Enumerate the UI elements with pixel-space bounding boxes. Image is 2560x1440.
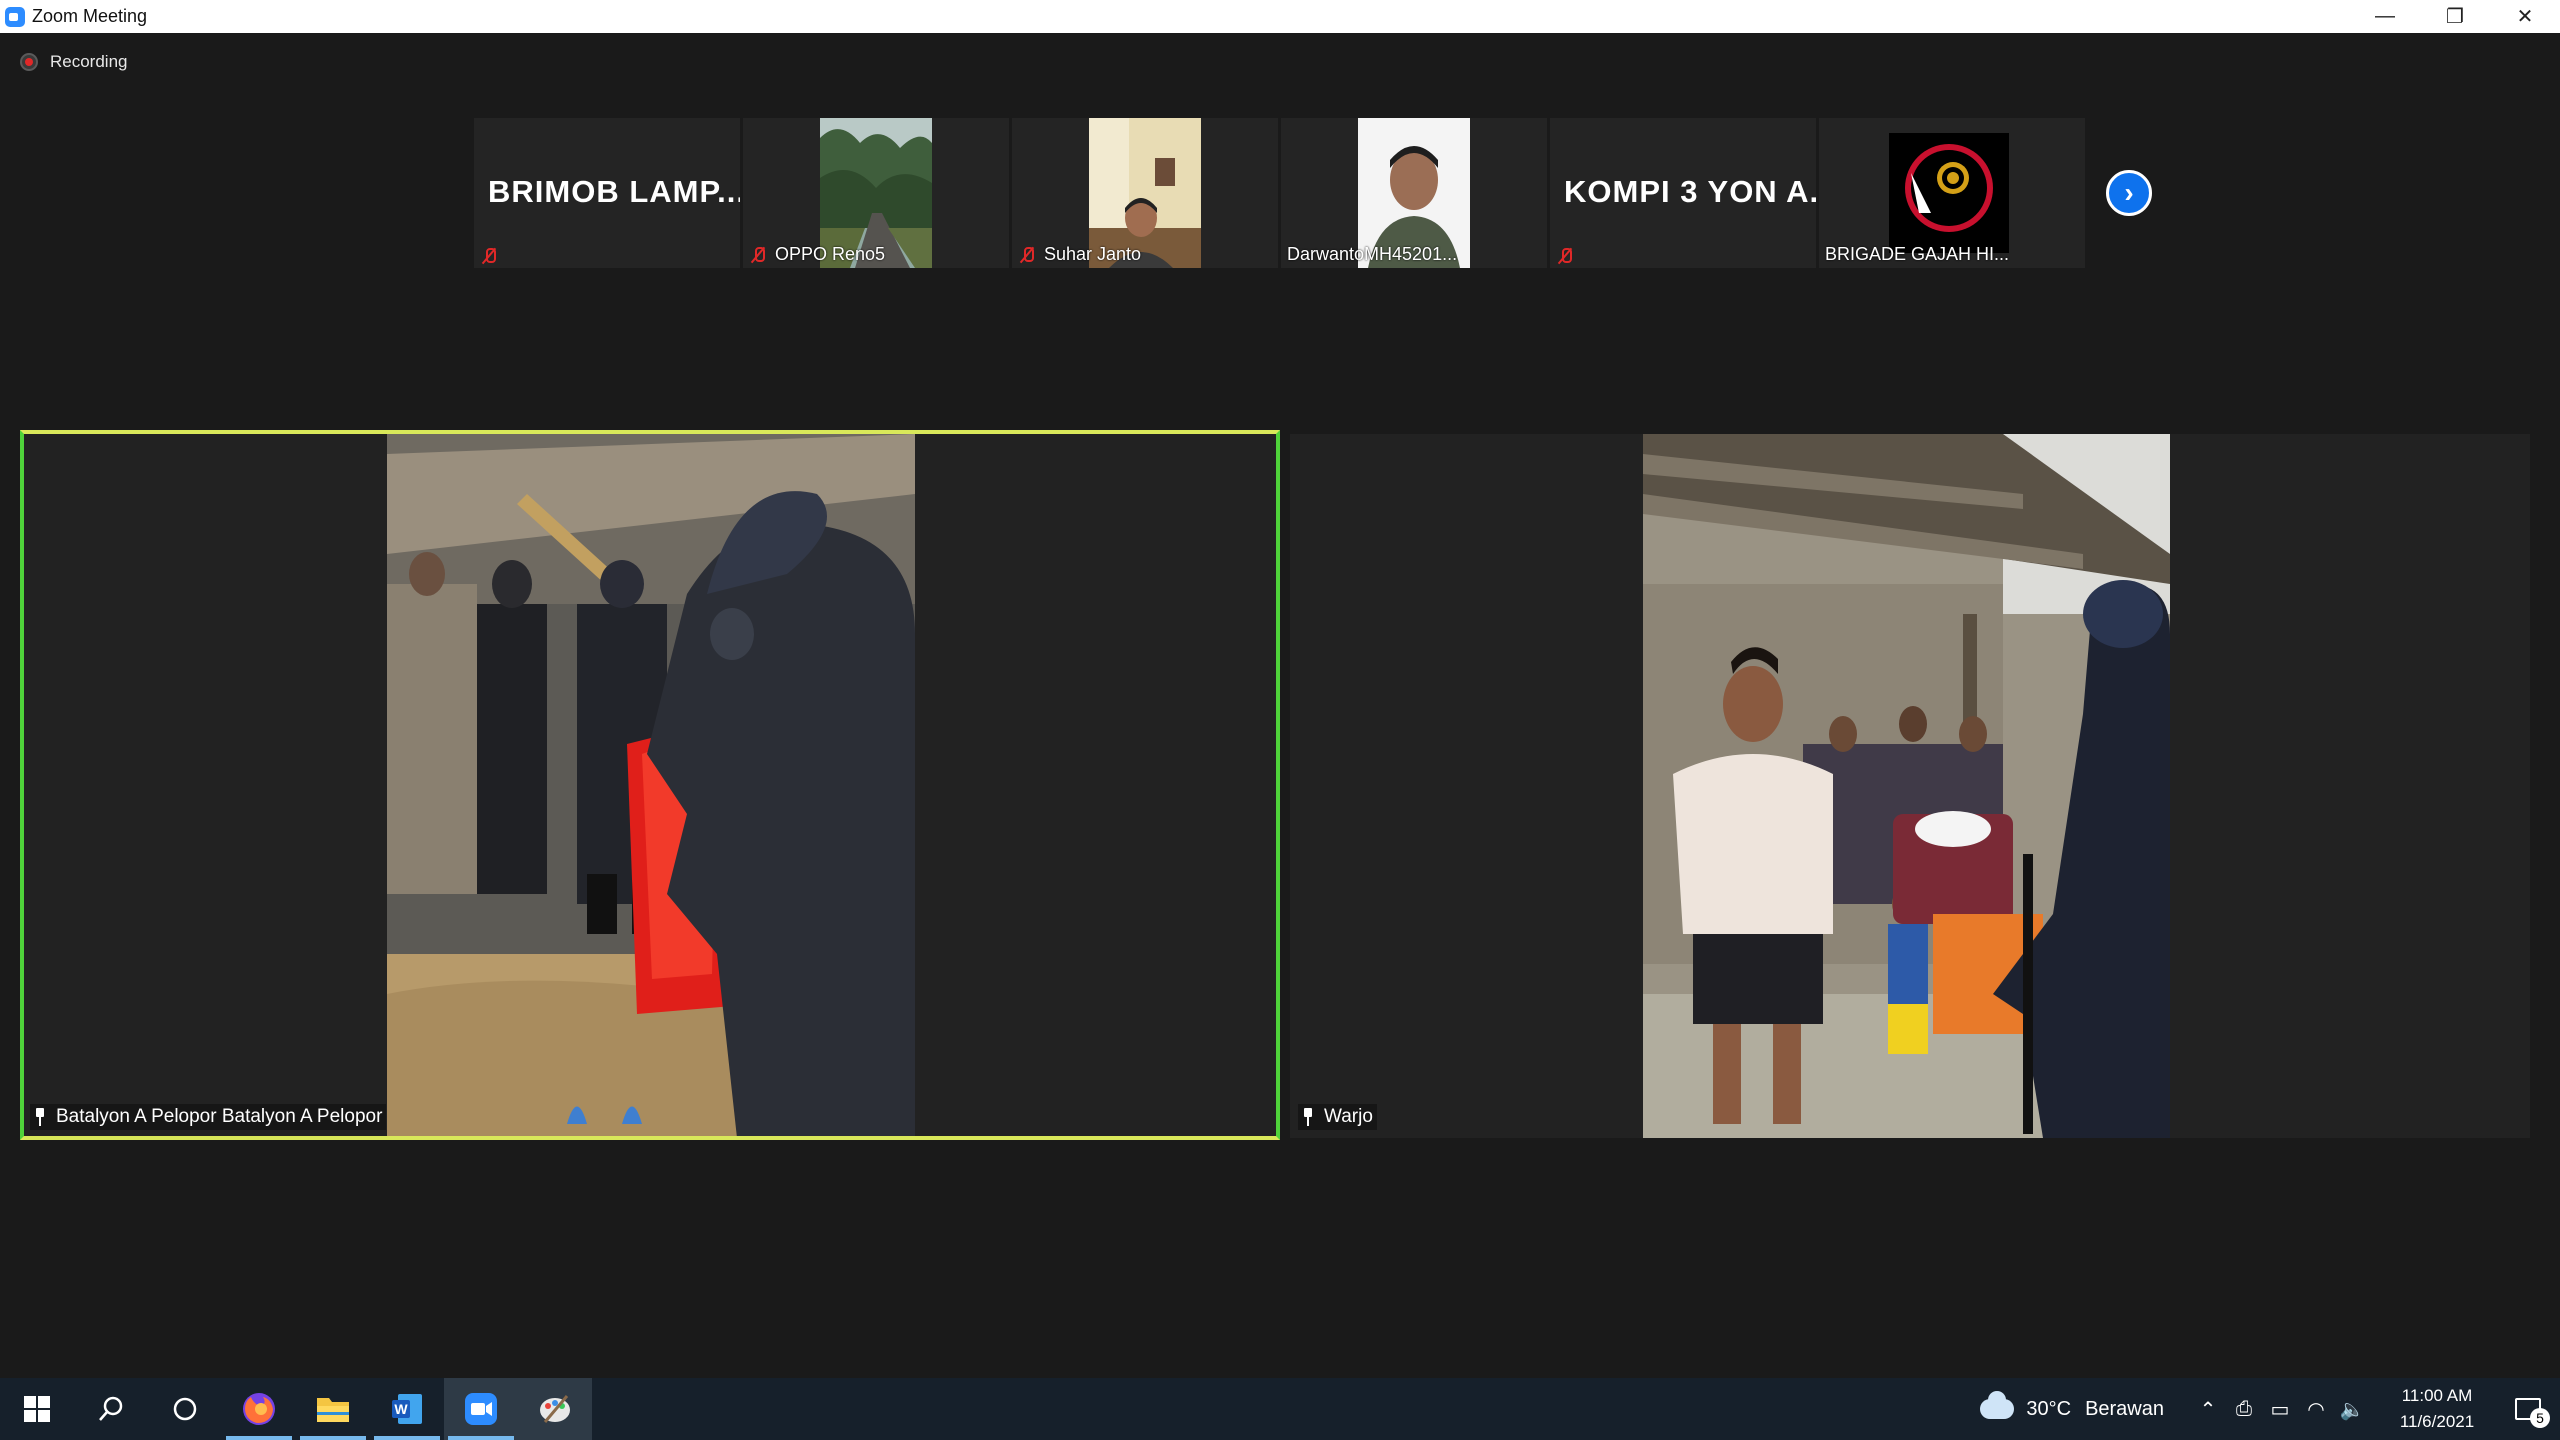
meet-now-icon[interactable]: ⎙: [2226, 1398, 2262, 1421]
recording-label: Recording: [50, 52, 128, 71]
mic-muted-icon: [751, 246, 765, 264]
active-speaker-border: [20, 430, 1280, 1140]
participant-video: [1643, 434, 2170, 1138]
word-icon: W: [392, 1394, 422, 1424]
participant-name-text: DarwantoMH45201...: [1287, 244, 1458, 264]
mic-muted-icon: [482, 247, 496, 265]
participant-name-text: BRIGADE GAJAH HI...: [1825, 244, 2010, 264]
recording-indicator[interactable]: Recording: [20, 52, 128, 72]
wifi-icon[interactable]: ◠: [2298, 1397, 2334, 1422]
participant-name-text: OPPO Reno5: [775, 244, 886, 264]
taskbar-app-zoom[interactable]: [444, 1378, 518, 1440]
participant-status: [480, 247, 506, 265]
participant-thumbnail[interactable]: Suhar Janto: [1012, 118, 1278, 268]
participant-name: BRIGADE GAJAH HI...: [1825, 244, 2009, 265]
participant-name-text: Suhar Janto: [1044, 244, 1142, 264]
participant-thumbnail[interactable]: OPPO Reno5: [743, 118, 1009, 268]
search-icon: [99, 1396, 123, 1421]
folder-icon: [317, 1398, 349, 1422]
pin-icon: [1302, 1108, 1314, 1126]
mic-muted-icon: [1020, 246, 1034, 264]
participant-name-placeholder: KOMPI 3 YON A...: [1564, 174, 1816, 209]
participant-thumbnail[interactable]: BRIMOB LAMP...: [474, 118, 740, 268]
participant-thumbnail[interactable]: KOMPI 3 YON A...: [1550, 118, 1816, 268]
participant-thumbnail[interactable]: DarwantoMH45201...: [1281, 118, 1547, 268]
taskbar-app-file-explorer[interactable]: [296, 1378, 370, 1440]
start-button[interactable]: [0, 1378, 74, 1440]
windows-logo-icon: [24, 1396, 50, 1422]
mic-muted-icon: [1558, 247, 1572, 265]
battery-icon[interactable]: ▭: [2262, 1397, 2298, 1422]
cortana-icon: [173, 1397, 197, 1421]
window-title: Zoom Meeting: [32, 6, 148, 26]
clock-time: 11:00 AM: [2401, 1386, 2473, 1405]
participant-name: OPPO Reno5: [749, 244, 885, 265]
participant-thumbnail-strip: BRIMOB LAMP... OPPO Reno5 Suhar Janto Da…: [474, 118, 2085, 268]
taskbar-app-word[interactable]: W: [370, 1378, 444, 1440]
participant-thumbnail[interactable]: BRIGADE GAJAH HI...: [1819, 118, 2085, 268]
system-tray: 30°C Berawan ⌃ ⎙ ▭ ◠ 🔈 11:00 AM 11/6/202…: [1980, 1378, 2560, 1440]
next-page-button[interactable]: ›: [2106, 170, 2152, 216]
window-controls: — ❐ ✕: [2350, 0, 2560, 33]
chevron-up-icon[interactable]: ⌃: [2190, 1397, 2226, 1422]
close-button[interactable]: ✕: [2490, 0, 2560, 33]
participant-name: DarwantoMH45201...: [1287, 244, 1457, 265]
weather-condition: Berawan: [2085, 1397, 2164, 1420]
title-bar: Zoom Meeting — ❐ ✕: [0, 0, 2560, 33]
participant-name: Warjo: [1298, 1104, 1377, 1130]
firefox-icon: [243, 1393, 275, 1425]
minimize-button[interactable]: —: [2350, 0, 2420, 33]
notification-count-badge: 5: [2530, 1408, 2550, 1428]
participant-status: [1556, 247, 1582, 265]
windows-taskbar: W 30°C Berawan ⌃ ⎙ ▭ ◠ 🔈 11:00 AM 11/6/2…: [0, 1378, 2560, 1440]
volume-icon[interactable]: 🔈: [2334, 1397, 2370, 1422]
video-tile[interactable]: Warjo: [1290, 434, 2530, 1138]
chevron-right-icon: ›: [2124, 177, 2134, 208]
clock[interactable]: 11:00 AM 11/6/2021: [2378, 1383, 2496, 1435]
cloud-icon: [1980, 1391, 2015, 1419]
weather-widget[interactable]: 30°C Berawan: [1980, 1391, 2164, 1421]
restore-button[interactable]: ❐: [2420, 0, 2490, 33]
zoom-icon: [465, 1393, 497, 1425]
taskbar-app-firefox[interactable]: [222, 1378, 296, 1440]
svg-text:W: W: [394, 1401, 408, 1417]
taskbar-app-paint[interactable]: [518, 1378, 592, 1440]
participant-name-placeholder: BRIMOB LAMP...: [488, 174, 740, 209]
paint-icon: [540, 1395, 570, 1423]
action-center-button[interactable]: 5: [2496, 1378, 2560, 1440]
participant-name-text: Warjo: [1324, 1106, 1373, 1127]
participant-name: Suhar Janto: [1018, 244, 1141, 265]
search-button[interactable]: [74, 1378, 148, 1440]
recording-icon: [20, 53, 38, 71]
task-view-button[interactable]: [148, 1378, 222, 1440]
clock-date: 11/6/2021: [2399, 1412, 2475, 1431]
zoom-app-icon: [5, 6, 25, 27]
weather-temp: 30°C: [2026, 1397, 2072, 1420]
